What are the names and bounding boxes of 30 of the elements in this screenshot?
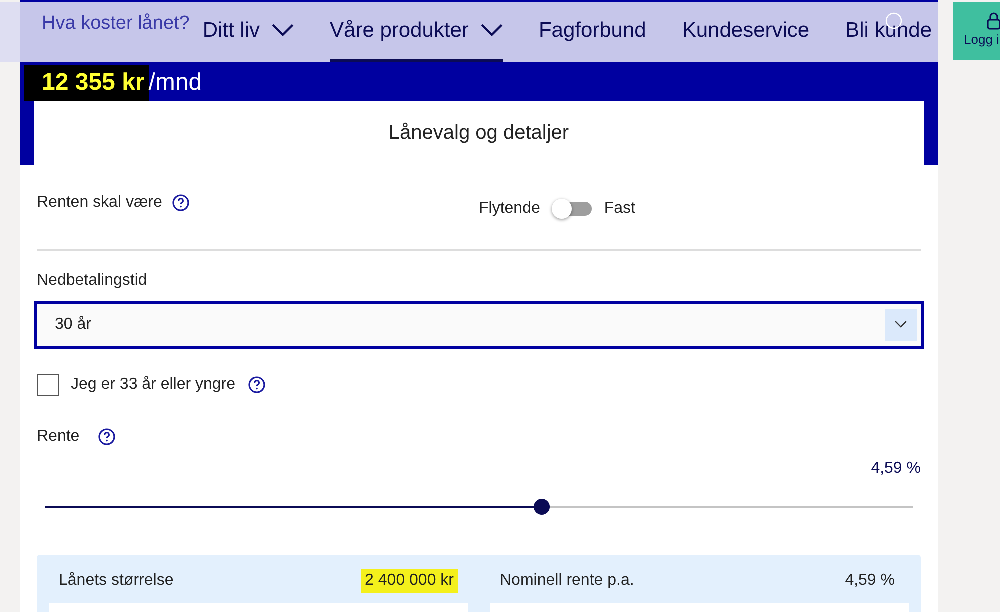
summary-value: 2 400 000 kr	[361, 568, 458, 592]
summary-label: Lånets størrelse	[59, 570, 174, 590]
age-checkbox-label: Jeg er 33 år eller yngre	[71, 374, 236, 394]
card-title: Lånevalg og detaljer	[388, 120, 570, 146]
lock-icon	[986, 12, 1000, 30]
toggle-right-label: Fast	[604, 198, 636, 218]
chevron-down-icon	[895, 320, 907, 328]
rate-label: Rente	[37, 426, 80, 446]
slider-thumb[interactable]	[534, 498, 550, 514]
chevron-down-icon	[480, 24, 503, 38]
toggle-left-label: Flytende	[479, 198, 540, 218]
summary-label: Nominell rente p.a.	[500, 570, 634, 590]
rate-slider[interactable]	[45, 498, 913, 514]
age-checkbox[interactable]	[37, 374, 59, 396]
nav-tab[interactable]: Fagforbund	[538, 2, 646, 62]
nav-tab[interactable]: Kundeservice	[682, 2, 810, 62]
dropdown-toggle[interactable]	[885, 308, 917, 340]
login-label: Logg i	[964, 31, 1000, 49]
monthly-amount: 12 355 kr	[24, 64, 149, 100]
login-button[interactable]: Logg i	[953, 2, 1000, 60]
term-dropdown[interactable]: 30 år	[34, 300, 924, 348]
rate-type-label: Renten skal være	[37, 192, 162, 212]
term-label: Nedbetalingstid	[37, 270, 148, 290]
nav-tab[interactable]: Bli kunde	[846, 2, 932, 62]
rate-reading: 4,59 %	[871, 458, 921, 478]
rate-type-switch[interactable]	[552, 198, 592, 218]
page-title: Hva koster lånet?	[42, 12, 190, 36]
chevron-down-icon	[272, 24, 294, 38]
summary-value: 4,59 %	[844, 570, 896, 590]
nav-tab[interactable]: Ditt liv	[202, 2, 294, 62]
